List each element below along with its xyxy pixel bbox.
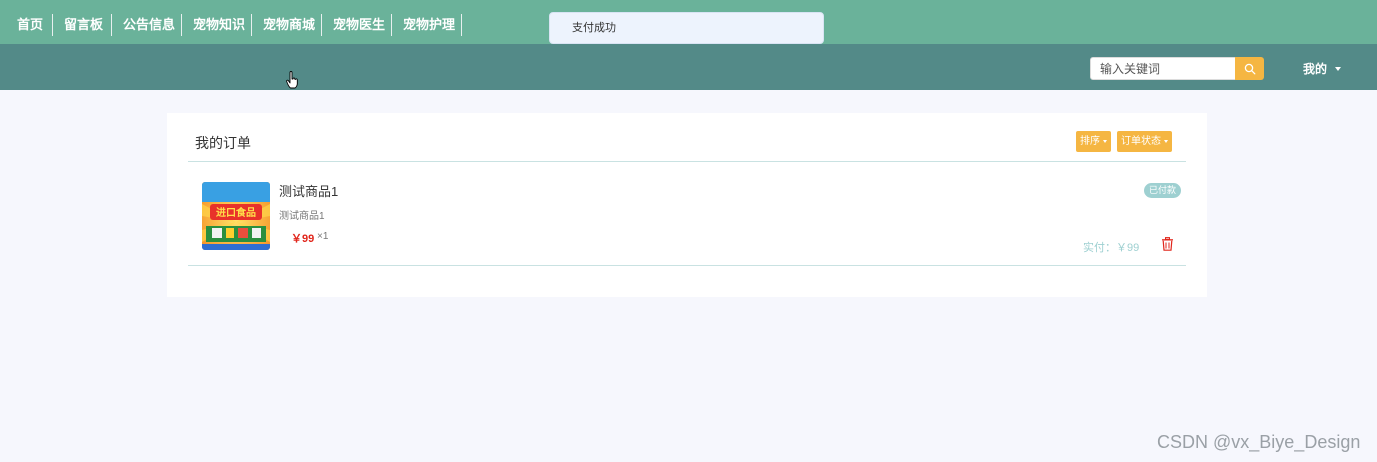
search-button[interactable]	[1235, 57, 1264, 80]
thumb-text: 进口食品	[216, 206, 256, 219]
sort-dropdown[interactable]: 排序	[1076, 131, 1111, 152]
caret-down-icon	[1103, 139, 1107, 143]
hand-cursor-icon	[286, 71, 298, 89]
page-title: 我的订单	[195, 135, 251, 151]
status-badge: 已付款	[1144, 183, 1182, 198]
product-image: 进口食品	[202, 182, 270, 250]
nav-separator	[52, 14, 53, 36]
product-price: ￥99	[291, 233, 315, 245]
nav-announcements[interactable]: 公告信息	[123, 14, 175, 36]
nav-pet-doctor[interactable]: 宠物医生	[333, 14, 385, 36]
toast-message: 支付成功	[572, 22, 616, 34]
product-name[interactable]: 测试商品1	[279, 181, 338, 200]
divider	[188, 265, 1186, 266]
chevron-down-icon	[1335, 67, 1341, 71]
nav-separator	[251, 14, 252, 36]
nav-separator	[321, 14, 322, 36]
nav-pet-care[interactable]: 宠物护理	[403, 14, 455, 36]
product-description: 测试商品1	[279, 211, 325, 222]
nav-separator	[111, 14, 112, 36]
nav-separator	[181, 14, 182, 36]
sort-label: 排序	[1080, 136, 1100, 147]
success-toast: 支付成功	[549, 12, 824, 44]
product-thumbnail[interactable]: 进口食品	[202, 182, 270, 250]
paid-amount: 实付：￥99	[1083, 242, 1140, 254]
nav-separator	[391, 14, 392, 36]
nav-messages[interactable]: 留言板	[64, 14, 103, 36]
user-menu[interactable]: 我的	[1303, 61, 1327, 77]
nav-pet-knowledge[interactable]: 宠物知识	[193, 14, 245, 36]
order-status-dropdown[interactable]: 订单状态	[1117, 131, 1172, 152]
search-input[interactable]	[1090, 57, 1236, 80]
trash-icon[interactable]	[1161, 237, 1174, 251]
nav-pet-mall[interactable]: 宠物商城	[263, 14, 315, 36]
product-quantity: ×1	[317, 231, 329, 242]
search-icon	[1244, 63, 1255, 74]
caret-down-icon	[1164, 139, 1168, 143]
watermark: CSDN @vx_Biye_Design	[1157, 432, 1361, 452]
nav-home[interactable]: 首页	[17, 14, 43, 36]
orders-panel	[167, 113, 1207, 297]
nav-separator	[461, 14, 462, 36]
order-status-label: 订单状态	[1121, 136, 1161, 147]
divider	[188, 161, 1186, 162]
